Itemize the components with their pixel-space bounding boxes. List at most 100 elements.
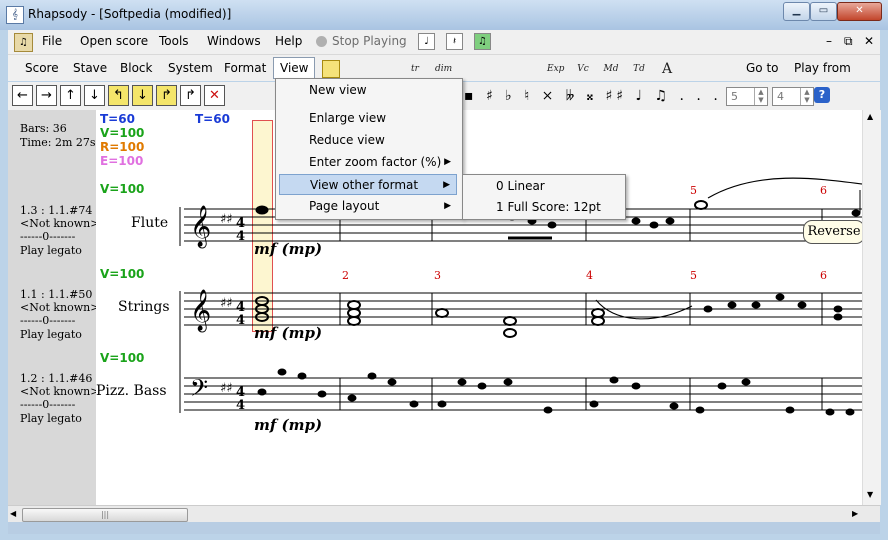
menu-item-new-view[interactable]: New view bbox=[279, 80, 457, 101]
vertical-scrollbar[interactable]: ▲ ▼ bbox=[862, 110, 881, 505]
stave-name: <Not known> bbox=[20, 217, 100, 230]
stave-info-panel: Bars: 36 Time: 2m 27s 1.3 : 1.1.#74 <Not… bbox=[8, 110, 100, 505]
help-icon[interactable]: ? bbox=[814, 87, 830, 103]
trill-tool-icon[interactable]: tr bbox=[406, 60, 424, 78]
spinner-2-arrows-icon[interactable]: ▲ ▼ bbox=[800, 88, 813, 105]
menu-item-enlarge-view[interactable]: Enlarge view bbox=[279, 108, 457, 129]
scroll-down-icon[interactable]: ▼ bbox=[867, 490, 873, 499]
menu-open-score[interactable]: Open score bbox=[80, 34, 148, 48]
spinner-2-value: 4 bbox=[777, 90, 784, 103]
scroll-right-icon[interactable]: ▶ bbox=[852, 509, 858, 518]
bar-number: 6 bbox=[820, 269, 827, 282]
menu-view[interactable]: View bbox=[273, 57, 316, 79]
keyboard-tool-icon[interactable] bbox=[686, 60, 704, 78]
dim-tool-icon[interactable]: dim bbox=[434, 60, 452, 78]
bar-number: 2 bbox=[342, 269, 349, 282]
submenu-item-full-score[interactable]: 1 Full Score: 12pt bbox=[466, 197, 622, 217]
stop-playing-button[interactable]: Stop Playing bbox=[332, 34, 407, 48]
td-tool-icon[interactable]: Td bbox=[630, 60, 648, 78]
bar-number: 5 bbox=[690, 184, 697, 197]
menu-item-label: View other format bbox=[310, 178, 419, 192]
down-arrow-icon[interactable]: ↓ bbox=[84, 85, 105, 106]
instrument-tool-icon[interactable] bbox=[518, 60, 536, 78]
menu-item-zoom-factor[interactable]: Enter zoom factor (%) ▶ bbox=[279, 152, 457, 173]
stave-separator: ------0------- bbox=[20, 230, 76, 243]
minimize-icon[interactable]: ▁ bbox=[783, 2, 810, 21]
spinner-1-arrows-icon[interactable]: ▲ ▼ bbox=[754, 88, 767, 105]
scroll-thumb[interactable]: ||| bbox=[22, 508, 188, 522]
stave-name: <Not known> bbox=[20, 385, 100, 398]
menu-format[interactable]: Format bbox=[224, 61, 266, 75]
doc-minimize-icon[interactable]: – bbox=[826, 34, 832, 48]
svg-text:𝄢: 𝄢 bbox=[190, 374, 208, 407]
insert-icon[interactable]: ↱ bbox=[180, 85, 201, 106]
bar-tool-icon[interactable] bbox=[350, 60, 368, 78]
stave-position: 1.2 : 1.1.#46 bbox=[20, 372, 93, 385]
stop-icon bbox=[316, 36, 327, 47]
bar-number: 3 bbox=[434, 269, 441, 282]
stave-up-icon[interactable]: ↰ bbox=[108, 85, 129, 106]
stave-action: Play legato bbox=[20, 412, 82, 425]
block-icon[interactable]: ↱ bbox=[156, 85, 177, 106]
spinner-1-value: 5 bbox=[731, 90, 738, 103]
horizontal-scrollbar[interactable]: ◀ ||| ▶ bbox=[8, 505, 880, 523]
articulation-tool-icon[interactable] bbox=[490, 60, 508, 78]
crotchet-note-icon[interactable]: ♩ bbox=[418, 33, 435, 50]
up-arrow-icon[interactable]: ↑ bbox=[60, 85, 81, 106]
duration: Time: 2m 27s bbox=[20, 136, 96, 149]
stave-separator: ------0------- bbox=[20, 314, 76, 327]
svg-text:♯♯: ♯♯ bbox=[220, 212, 233, 227]
menu-system[interactable]: System bbox=[168, 61, 213, 75]
note-tool-icon[interactable] bbox=[322, 60, 340, 78]
menu-tools[interactable]: Tools bbox=[159, 34, 189, 48]
view-format-submenu: 0 Linear 1 Full Score: 12pt bbox=[462, 174, 626, 220]
menu-play-from[interactable]: Play from bbox=[794, 61, 851, 75]
svg-text:♯♯: ♯♯ bbox=[220, 296, 233, 311]
text-tool-icon[interactable]: A bbox=[658, 60, 676, 78]
stave-down-icon[interactable]: ↓ bbox=[132, 85, 153, 106]
menu-item-label: Reduce view bbox=[309, 133, 385, 147]
menu-item-view-other-format[interactable]: View other format ▶ bbox=[279, 174, 457, 195]
scroll-left-icon[interactable]: ◀ bbox=[10, 509, 16, 518]
menu-score[interactable]: Score bbox=[25, 61, 59, 75]
score-canvas[interactable]: T=60 V=100 R=100 E=100 T=60 V=100 V=100 … bbox=[96, 110, 862, 505]
play-note-icon[interactable]: ♫ bbox=[474, 33, 491, 50]
dynamic-mark: mf (mp) bbox=[254, 416, 323, 434]
menu-block[interactable]: Block bbox=[120, 61, 152, 75]
svg-text:𝄞: 𝄞 bbox=[190, 205, 211, 248]
app-icon: 𝄞 bbox=[6, 6, 24, 24]
md-tool-icon[interactable]: Md bbox=[602, 60, 620, 78]
spinner-1[interactable]: 5 ▲ ▼ bbox=[726, 87, 768, 106]
chord-tool-icon[interactable] bbox=[462, 60, 480, 78]
scroll-up-icon[interactable]: ▲ bbox=[867, 112, 873, 121]
menu-help[interactable]: Help bbox=[275, 34, 302, 48]
left-arrow-icon[interactable]: ← bbox=[12, 85, 33, 106]
menu-item-label: Enlarge view bbox=[309, 111, 387, 125]
stave-action: Play legato bbox=[20, 328, 82, 341]
voice-tool-icon[interactable]: Vc bbox=[574, 60, 592, 78]
svg-text:4: 4 bbox=[236, 313, 245, 328]
menu-item-reduce-view[interactable]: Reduce view bbox=[279, 130, 457, 151]
stave-action: Play legato bbox=[20, 244, 82, 257]
document-icon[interactable]: ♫ bbox=[14, 33, 33, 52]
menu-windows[interactable]: Windows bbox=[207, 34, 261, 48]
right-arrow-icon[interactable]: → bbox=[36, 85, 57, 106]
tie-tool-icon[interactable] bbox=[378, 60, 396, 78]
stave-separator: ------0------- bbox=[20, 398, 76, 411]
wrench-tool-icon[interactable] bbox=[714, 60, 732, 78]
menu-file[interactable]: File bbox=[42, 34, 62, 48]
menu-go-to[interactable]: Go to bbox=[746, 61, 779, 75]
spinner-2[interactable]: 4 ▲ ▼ bbox=[772, 87, 814, 106]
submenu-item-linear[interactable]: 0 Linear bbox=[466, 176, 622, 196]
doc-close-icon[interactable]: ✕ bbox=[864, 34, 874, 48]
doc-restore-icon[interactable]: ⧉ bbox=[844, 34, 853, 49]
delete-icon[interactable]: ✕ bbox=[204, 85, 225, 106]
menu-item-page-layout[interactable]: Page layout ▶ bbox=[279, 196, 457, 217]
dynamic-mark: mf (mp) bbox=[254, 324, 323, 342]
close-icon[interactable]: ✕ bbox=[837, 2, 882, 21]
expression-tool-icon[interactable]: Exp bbox=[546, 60, 564, 78]
menu-stave[interactable]: Stave bbox=[73, 61, 107, 75]
maximize-icon[interactable]: ▭ bbox=[810, 2, 837, 21]
bar-number: 5 bbox=[690, 269, 697, 282]
rest-icon[interactable]: 𝄽 bbox=[446, 33, 463, 50]
